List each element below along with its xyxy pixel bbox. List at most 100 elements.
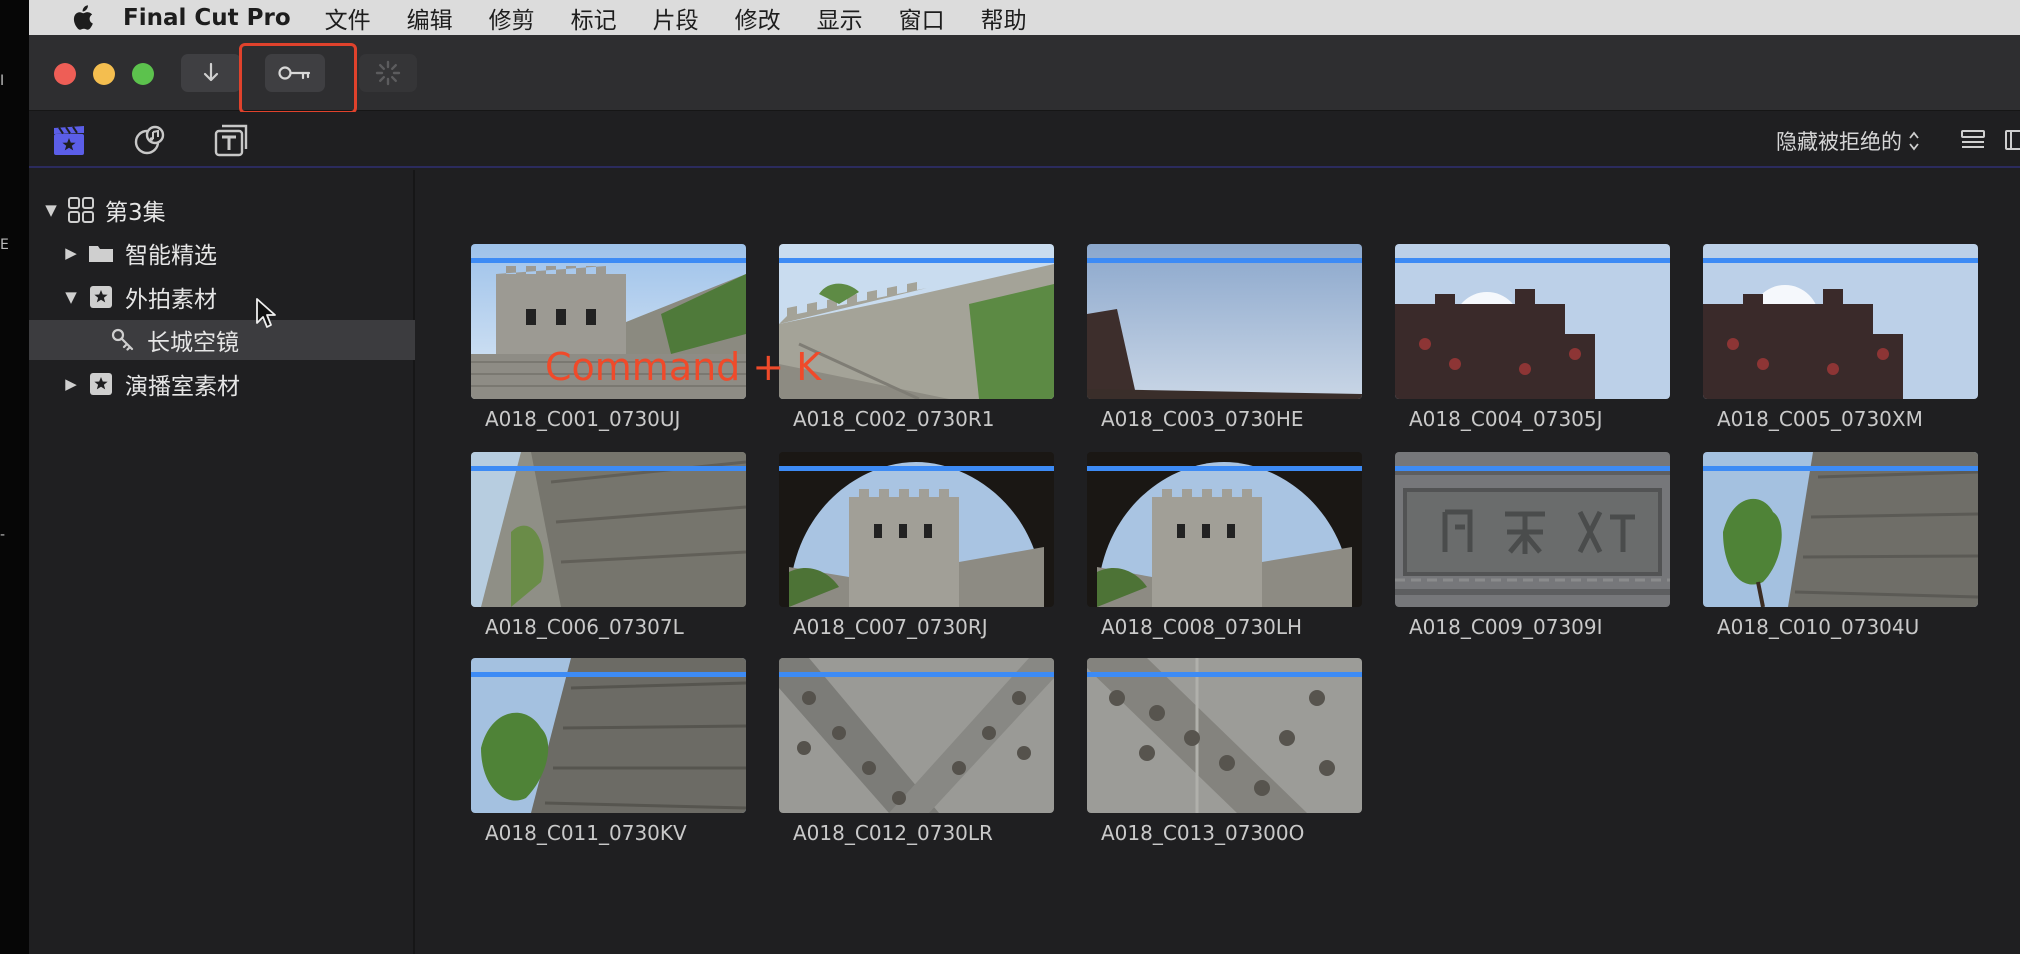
keyword-range-bar — [779, 258, 1054, 263]
clip-item[interactable]: A018_C009_07309I — [1395, 452, 1670, 639]
clip-item[interactable]: A018_C011_0730KV — [471, 658, 746, 845]
sidebar-item-label: 外拍素材 — [125, 287, 217, 313]
fcp-window: 隐藏被拒绝的 ▼ 第3集 ▶ 智能精选 ▼ 外拍素材 长城空镜 ▶ 演播室素材 … — [29, 35, 2020, 954]
menu-window[interactable]: 窗口 — [899, 1, 945, 35]
libraries-tab-clapper-icon[interactable] — [49, 120, 89, 160]
libraries-sidebar: ▼ 第3集 ▶ 智能精选 ▼ 外拍素材 长城空镜 ▶ 演播室素材 — [29, 170, 415, 954]
clip-name: A018_C004_07305J — [1409, 407, 1603, 431]
edge-glyph: - — [0, 527, 6, 543]
menu-mark[interactable]: 标记 — [571, 1, 617, 35]
sidebar-item-label: 演播室素材 — [125, 374, 240, 400]
clip-thumbnail[interactable] — [1703, 452, 1978, 607]
keyword-collection-icon — [109, 326, 137, 354]
keyword-range-bar — [1703, 466, 1978, 471]
clip-thumbnail[interactable] — [1395, 244, 1670, 399]
clip-browser-grid: A018_C001_0730UJ A018_C002_0730R1 A018_C… — [417, 170, 2020, 954]
menu-file[interactable]: 文件 — [325, 1, 371, 35]
list-view-icon[interactable] — [1960, 128, 1986, 152]
clip-name: A018_C012_0730LR — [793, 821, 993, 845]
close-window-button[interactable] — [54, 63, 76, 85]
clip-thumbnail[interactable] — [779, 452, 1054, 607]
menu-modify[interactable]: 修改 — [735, 1, 781, 35]
folder-icon — [87, 239, 115, 267]
window-toolbar — [29, 35, 2020, 114]
zoom-window-button[interactable] — [132, 63, 154, 85]
mouse-pointer-icon — [256, 298, 276, 328]
clip-item[interactable]: A018_C002_0730R1 — [779, 244, 1054, 431]
sidebar-item-smart-collections[interactable]: ▶ 智能精选 — [29, 233, 415, 273]
event-star-icon — [87, 283, 115, 311]
disclosure-triangle-icon[interactable]: ▼ — [63, 288, 79, 306]
clip-name: A018_C003_0730HE — [1101, 407, 1304, 431]
clip-thumbnail[interactable] — [779, 658, 1054, 813]
clip-name: A018_C002_0730R1 — [793, 407, 995, 431]
clip-thumbnail[interactable] — [1703, 244, 1978, 399]
clip-filter-label: 隐藏被拒绝的 — [1776, 130, 1902, 154]
sidebar-item-keyword-great-wall[interactable]: 长城空镜 — [29, 320, 415, 360]
clip-item[interactable]: A018_C007_0730RJ — [779, 452, 1054, 639]
download-arrow-icon — [203, 62, 219, 82]
clip-item[interactable]: A018_C003_0730HE — [1087, 244, 1362, 431]
disclosure-triangle-icon[interactable]: ▶ — [63, 375, 79, 393]
clip-item[interactable]: A018_C006_07307L — [471, 452, 746, 639]
clip-name: A018_C001_0730UJ — [485, 407, 681, 431]
clip-item[interactable]: A018_C013_07300O — [1087, 658, 1362, 845]
clip-name: A018_C008_0730LH — [1101, 615, 1303, 639]
clip-thumbnail[interactable] — [1395, 452, 1670, 607]
menu-edit[interactable]: 编辑 — [407, 1, 453, 35]
clip-item[interactable]: A018_C001_0730UJ — [471, 244, 746, 431]
keyword-range-bar — [1087, 258, 1362, 263]
menu-help[interactable]: 帮助 — [981, 1, 1027, 35]
clip-name: A018_C005_0730XM — [1717, 407, 1923, 431]
keyword-range-bar — [1395, 258, 1670, 263]
menu-view[interactable]: 显示 — [817, 1, 863, 35]
keyword-range-bar — [779, 672, 1054, 677]
clip-item[interactable]: A018_C005_0730XM — [1703, 244, 1978, 431]
keyword-range-bar — [1087, 466, 1362, 471]
event-star-icon — [87, 370, 115, 398]
keyword-range-bar — [1087, 672, 1362, 677]
edge-glyph: E — [0, 237, 9, 253]
filmstrip-view-icon[interactable] — [2004, 128, 2020, 152]
disclosure-triangle-icon[interactable]: ▼ — [43, 201, 59, 219]
disclosure-triangle-icon[interactable]: ▶ — [63, 244, 79, 262]
keyword-range-bar — [471, 466, 746, 471]
library-grid-icon — [67, 196, 95, 224]
photos-audio-tab-icon[interactable] — [130, 120, 170, 160]
annotation-highlight-box — [239, 43, 357, 114]
apple-logo-icon[interactable] — [67, 0, 97, 35]
spinner-icon — [375, 60, 401, 86]
keyboard-shortcut-overlay: Command + K — [545, 345, 822, 389]
clip-item[interactable]: A018_C012_0730LR — [779, 658, 1054, 845]
clip-name: A018_C006_07307L — [485, 615, 684, 639]
sidebar-item-label: 长城空镜 — [147, 330, 239, 356]
screen-edge-strip: I E - — [0, 0, 29, 954]
background-tasks-button[interactable] — [359, 54, 417, 92]
keyword-range-bar — [471, 672, 746, 677]
clip-name: A018_C013_07300O — [1101, 821, 1305, 845]
keyword-range-bar — [1395, 466, 1670, 471]
import-media-button[interactable] — [181, 54, 241, 92]
clip-thumbnail[interactable] — [1087, 658, 1362, 813]
clip-name: A018_C010_07304U — [1717, 615, 1920, 639]
app-name-menu[interactable]: Final Cut Pro — [123, 5, 291, 31]
library-header-bar: 隐藏被拒绝的 — [29, 112, 2020, 168]
clip-filter-popup[interactable]: 隐藏被拒绝的 — [1776, 126, 1920, 156]
sidebar-item-label: 智能精选 — [125, 243, 217, 269]
clip-thumbnail[interactable] — [1087, 452, 1362, 607]
minimize-window-button[interactable] — [93, 63, 115, 85]
clip-item[interactable]: A018_C004_07305J — [1395, 244, 1670, 431]
menu-bar: Final Cut Pro 文件 编辑 修剪 标记 片段 修改 显示 窗口 帮助 — [29, 0, 2020, 35]
clip-item[interactable]: A018_C010_07304U — [1703, 452, 1978, 639]
menu-clip[interactable]: 片段 — [653, 1, 699, 35]
clip-item[interactable]: A018_C008_0730LH — [1087, 452, 1362, 639]
sidebar-item-library[interactable]: ▼ 第3集 — [29, 190, 415, 230]
sidebar-item-event-outdoor[interactable]: ▼ 外拍素材 — [29, 277, 415, 317]
clip-thumbnail[interactable] — [1087, 244, 1362, 399]
clip-thumbnail[interactable] — [471, 658, 746, 813]
sidebar-item-event-studio[interactable]: ▶ 演播室素材 — [29, 364, 415, 404]
chevron-updown-icon — [1909, 131, 1919, 151]
menu-trim[interactable]: 修剪 — [489, 1, 535, 35]
titles-generators-tab-icon[interactable] — [211, 120, 251, 160]
clip-thumbnail[interactable] — [471, 452, 746, 607]
